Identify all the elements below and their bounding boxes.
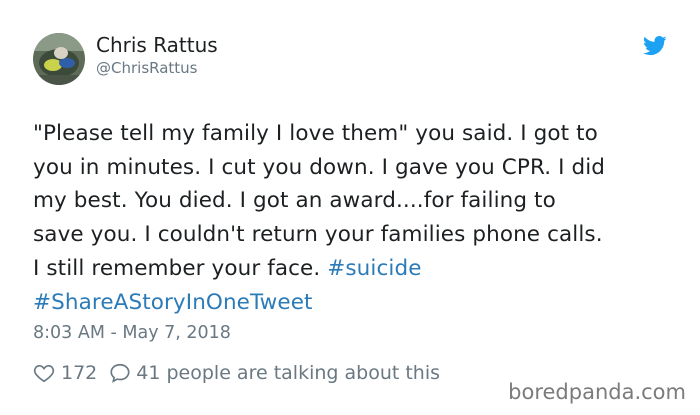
avatar[interactable] <box>33 33 85 85</box>
author-name[interactable]: Chris Rattus <box>96 33 218 57</box>
tweet-line: save you. I couldn't return your familie… <box>33 222 603 248</box>
tweet-line-with-hashtag: I still remember your face. #suicide <box>33 252 683 286</box>
speech-bubble-icon[interactable] <box>109 362 131 384</box>
tweet-timestamp[interactable]: 8:03 AM - May 7, 2018 <box>33 323 231 343</box>
tweet-line: my best. You died. I got an award....for… <box>33 188 556 214</box>
author-handle[interactable]: @ChrisRattus <box>96 59 198 77</box>
tweet-actions: 172 41 people are talking about this <box>33 359 440 387</box>
hashtag-link-suicide[interactable]: #suicide <box>327 256 421 281</box>
watermark: boredpanda.com <box>508 380 686 404</box>
tweet-line: you in minutes. I cut you down. I gave y… <box>33 154 606 180</box>
tweet-text: "Please tell my family I love them" you … <box>33 117 683 319</box>
like-count[interactable]: 172 <box>61 362 97 384</box>
tweet-card: Chris Rattus @ChrisRattus "Please tell m… <box>0 0 700 415</box>
tweet-line: "Please tell my family I love them" you … <box>33 121 598 146</box>
heart-icon[interactable] <box>33 362 55 384</box>
tweet-line: I still remember your face. <box>33 255 321 281</box>
hashtag-line: #ShareAStoryInOneTweet <box>33 286 683 320</box>
twitter-bird-icon[interactable] <box>643 36 667 56</box>
conversation-count[interactable]: 41 people are talking about this <box>136 362 440 384</box>
hashtag-link-share-a-story[interactable]: #ShareAStoryInOneTweet <box>33 290 313 315</box>
avatar-photo <box>33 33 85 85</box>
